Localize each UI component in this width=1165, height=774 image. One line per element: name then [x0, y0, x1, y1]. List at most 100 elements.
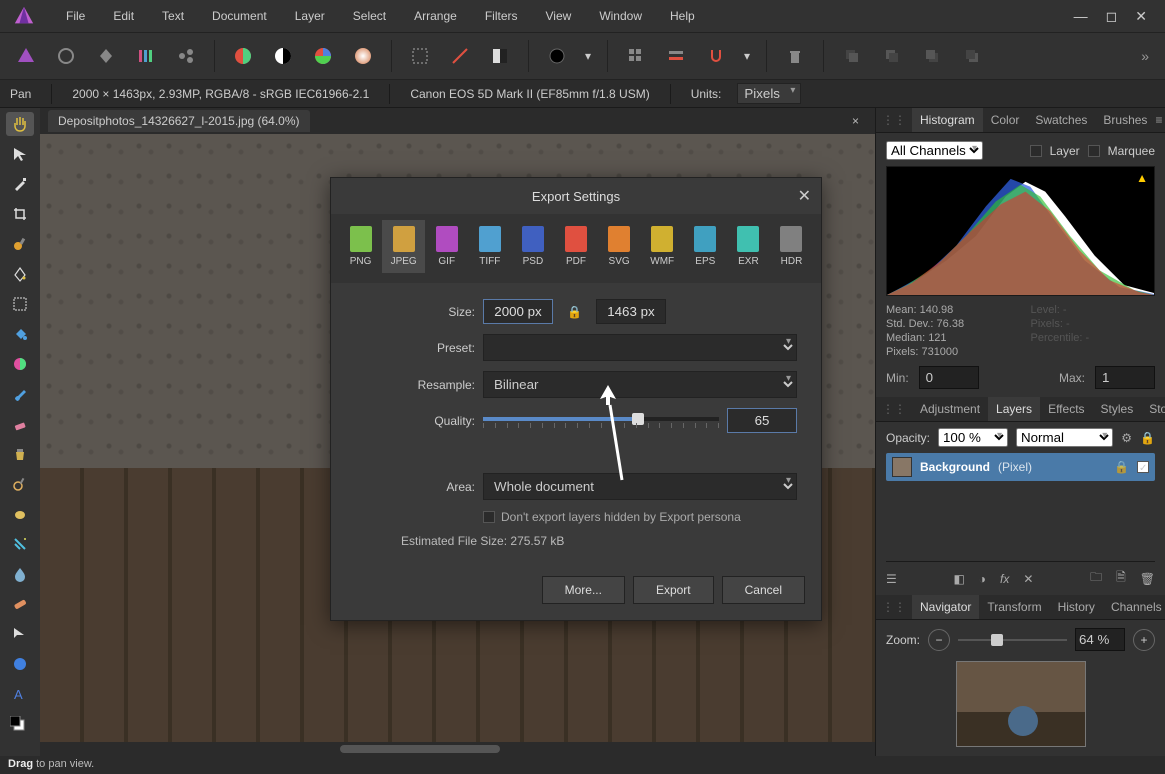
export-button[interactable]: Export	[633, 576, 714, 604]
format-pdf[interactable]: PDF	[554, 220, 597, 273]
retouch-tool[interactable]	[6, 532, 34, 556]
layer-adjust-icon[interactable]: ◑	[979, 572, 986, 586]
minimize-button[interactable]: —	[1074, 8, 1088, 25]
swatch-bw-icon[interactable]	[267, 40, 299, 72]
arrange-front-icon[interactable]	[956, 40, 988, 72]
menu-document[interactable]: Document	[198, 3, 281, 29]
fill-black-icon[interactable]	[541, 40, 573, 72]
hist-max-input[interactable]	[1095, 366, 1155, 389]
color-chip[interactable]	[6, 712, 34, 736]
navigator-thumbnail[interactable]	[956, 661, 1086, 747]
selection-marquee-icon[interactable]	[404, 40, 436, 72]
cancel-button[interactable]: Cancel	[722, 576, 805, 604]
persona-photo-icon[interactable]	[10, 40, 42, 72]
tab-adjustment[interactable]: Adjustment	[912, 397, 988, 421]
zoom-out-button[interactable]: −	[928, 629, 950, 651]
menu-select[interactable]: Select	[339, 3, 400, 29]
arrange-back-icon[interactable]	[836, 40, 868, 72]
hist-min-input[interactable]	[919, 366, 979, 389]
tab-color[interactable]: Color	[983, 108, 1028, 132]
size-height-input[interactable]	[596, 299, 666, 324]
dodge-tool[interactable]	[6, 472, 34, 496]
tab-layers[interactable]: Layers	[988, 397, 1040, 421]
pan-hand-tool[interactable]	[6, 112, 34, 136]
horizontal-scrollbar[interactable]	[40, 742, 875, 756]
layer-item[interactable]: Background (Pixel) 🔒	[886, 453, 1155, 481]
format-tiff[interactable]: TIFF	[468, 220, 511, 273]
persona-liquify-icon[interactable]	[50, 40, 82, 72]
crop-tool[interactable]	[6, 202, 34, 226]
tab-channels[interactable]: Channels	[1103, 595, 1165, 619]
flood-fill-tool[interactable]	[6, 322, 34, 346]
menu-help[interactable]: Help	[656, 3, 709, 29]
persona-export-icon[interactable]	[170, 40, 202, 72]
document-tab-close[interactable]: ×	[844, 114, 867, 128]
layer-fx-icon[interactable]: fx	[1000, 572, 1009, 586]
tab-histogram[interactable]: Histogram	[912, 108, 983, 132]
panel-grip-icon[interactable]: ⋮⋮	[882, 113, 906, 127]
menu-filters[interactable]: Filters	[471, 3, 532, 29]
layer-delete-icon[interactable]: 🗑	[1140, 572, 1155, 586]
sponge-tool[interactable]	[6, 502, 34, 526]
opacity-select[interactable]: 100 %	[938, 428, 1008, 447]
layer-crop-icon[interactable]: ✕	[1023, 572, 1033, 586]
swatch-color-icon[interactable]	[227, 40, 259, 72]
layer-ops-stack-icon[interactable]: ☰	[886, 572, 897, 586]
tab-effects[interactable]: Effects	[1040, 397, 1092, 421]
tab-navigator[interactable]: Navigator	[912, 595, 979, 619]
swatch-hue-icon[interactable]	[307, 40, 339, 72]
layer-lock-icon[interactable]: 🔒	[1140, 431, 1155, 445]
format-wmf[interactable]: WMF	[641, 220, 684, 273]
layer-mask-icon[interactable]: ◧	[953, 572, 964, 586]
healing-tool[interactable]	[6, 592, 34, 616]
paint-brush-tool[interactable]	[6, 382, 34, 406]
menu-view[interactable]: View	[532, 3, 586, 29]
format-gif[interactable]: GIF	[425, 220, 468, 273]
format-exr[interactable]: EXR	[727, 220, 770, 273]
tab-transform[interactable]: Transform	[979, 595, 1049, 619]
arrange-backward-icon[interactable]	[876, 40, 908, 72]
format-png[interactable]: PNG	[339, 220, 382, 273]
menu-layer[interactable]: Layer	[281, 3, 339, 29]
preset-select[interactable]	[483, 334, 797, 361]
layer-folder-icon[interactable]: 🗀	[1090, 568, 1102, 589]
fill-dropdown-icon[interactable]: ▾	[581, 40, 595, 72]
arrange-forward-icon[interactable]	[916, 40, 948, 72]
persona-tone-icon[interactable]	[130, 40, 162, 72]
blur-tool[interactable]	[6, 562, 34, 586]
toolbar-overflow-icon[interactable]: »	[1141, 48, 1155, 64]
swatch-soft-icon[interactable]	[347, 40, 379, 72]
histogram-marquee-checkbox[interactable]	[1088, 145, 1100, 157]
panel-grip-icon[interactable]: ⋮⋮	[882, 402, 906, 416]
menu-window[interactable]: Window	[585, 3, 656, 29]
menu-arrange[interactable]: Arrange	[400, 3, 471, 29]
selection-diag-icon[interactable]	[444, 40, 476, 72]
quality-value-input[interactable]	[727, 408, 797, 433]
gradient-tool[interactable]	[6, 352, 34, 376]
layer-gear-icon[interactable]: ⚙	[1121, 431, 1132, 445]
format-jpeg[interactable]: JPEG	[382, 220, 425, 273]
lock-aspect-icon[interactable]: 🔒	[561, 305, 588, 319]
zoom-in-button[interactable]: +	[1133, 629, 1155, 651]
hide-layers-checkbox[interactable]	[483, 511, 495, 523]
grid-icon[interactable]	[620, 40, 652, 72]
menu-edit[interactable]: Edit	[99, 3, 148, 29]
shape-tool[interactable]	[6, 652, 34, 676]
panel-grip-icon[interactable]: ⋮⋮	[882, 600, 906, 614]
layer-visibility-checkbox[interactable]	[1137, 461, 1149, 473]
color-picker-tool[interactable]	[6, 172, 34, 196]
tab-swatches[interactable]: Swatches	[1027, 108, 1095, 132]
more-button[interactable]: More...	[542, 576, 625, 604]
snap-icon[interactable]	[700, 40, 732, 72]
menu-text[interactable]: Text	[148, 3, 198, 29]
snap-dropdown-icon[interactable]: ▾	[740, 40, 754, 72]
document-tab[interactable]: Depositphotos_14326627_l-2015.jpg (64.0%…	[48, 110, 310, 132]
tab-history[interactable]: History	[1050, 595, 1103, 619]
persona-develop-icon[interactable]	[90, 40, 122, 72]
size-width-input[interactable]	[483, 299, 553, 324]
trash-icon[interactable]	[779, 40, 811, 72]
tab-brushes[interactable]: Brushes	[1095, 108, 1155, 132]
marquee-tool[interactable]	[6, 292, 34, 316]
format-hdr[interactable]: HDR	[770, 220, 813, 273]
layer-add-icon[interactable]: 🗎	[1116, 568, 1126, 589]
